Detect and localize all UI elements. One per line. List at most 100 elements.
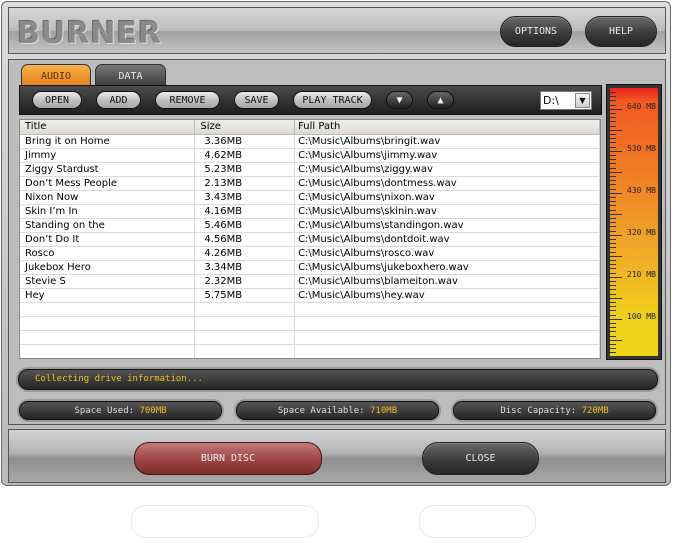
- cell-full-path: C:\Music\Albums\ziggy.wav: [295, 163, 600, 176]
- meter-tick: [610, 171, 622, 173]
- meter-tick: [610, 314, 616, 316]
- meter-label: 430 MB: [627, 186, 656, 195]
- meter-tick: [610, 352, 616, 354]
- add-button[interactable]: ADD: [96, 91, 141, 109]
- empty-cell: [195, 303, 296, 316]
- meter-tick: [610, 155, 616, 156]
- meter-tick: [610, 348, 616, 350]
- empty-table-row: [20, 331, 600, 345]
- open-button[interactable]: OPEN: [32, 91, 82, 109]
- empty-cell: [20, 303, 196, 316]
- meter-tick: [610, 125, 616, 127]
- burner-window: BURNER OPTIONS HELP AUDIO DATA OPEN ADD …: [1, 1, 671, 486]
- window-reflection: [6, 490, 664, 542]
- meter-tick: [610, 276, 622, 278]
- meter-tick: [610, 247, 616, 249]
- empty-table-row: [20, 303, 600, 317]
- meter-tick: [610, 213, 622, 215]
- column-header-size[interactable]: Size: [195, 120, 296, 134]
- cell-full-path: C:\Music\Albums\rosco.wav: [295, 247, 600, 260]
- cell-size: 4.56MB: [195, 233, 296, 246]
- play-track-button[interactable]: PLAY TRACK: [293, 91, 372, 109]
- column-header-title[interactable]: Title: [20, 120, 196, 134]
- move-down-button[interactable]: ▼: [386, 91, 413, 109]
- table-row[interactable]: Rosco 4.26MB C:\Music\Albums\rosco.wav: [20, 247, 600, 261]
- drive-select[interactable]: D:\ ▼: [540, 91, 592, 110]
- cell-size: 3.34MB: [195, 261, 296, 274]
- meter-tick: [610, 268, 616, 270]
- remove-button[interactable]: REMOVE: [155, 91, 220, 109]
- cell-title: Don’t Do It: [20, 233, 196, 246]
- meter-tick: [610, 226, 616, 228]
- table-row[interactable]: Jukebox Hero 3.34MB C:\Music\Albums\jukebo…: [20, 261, 600, 275]
- meter-tick: [610, 188, 616, 190]
- tab-data[interactable]: DATA: [95, 64, 166, 87]
- cell-title: Ziggy Stardust: [20, 163, 196, 176]
- cell-size: 4.26MB: [195, 247, 296, 260]
- table-row[interactable]: Jimmy 4.62MB C:\Music\Albums\jimmy.wav: [20, 149, 600, 163]
- options-button[interactable]: OPTIONS: [500, 16, 572, 47]
- meter-tick: [610, 306, 616, 308]
- close-reflection: [419, 505, 536, 538]
- table-row[interactable]: Ziggy Stardust 5.23MB C:\Music\Albums\zigg…: [20, 163, 600, 177]
- meter-tick: [610, 96, 616, 98]
- drive-select-value: D:\: [543, 94, 559, 107]
- meter-tick: [610, 180, 616, 182]
- meter-tick: [610, 197, 616, 198]
- meter-label: 100 MB: [627, 312, 656, 321]
- meter-tick: [610, 142, 616, 144]
- space-available-value: 710MB: [370, 405, 398, 416]
- meter-tick: [610, 150, 622, 152]
- meter-tick: [610, 117, 616, 119]
- move-up-button[interactable]: ▲: [427, 91, 454, 109]
- table-row[interactable]: Hey 5.75MB C:\Music\Albums\hey.wav: [20, 289, 600, 303]
- save-button[interactable]: SAVE: [234, 91, 279, 109]
- cell-full-path: C:\Music\Albums\jukeboxhero.wav: [295, 261, 600, 274]
- tab-audio[interactable]: AUDIO: [21, 64, 91, 87]
- toolbar: OPEN ADD REMOVE SAVE PLAY TRACK ▼ ▲ D:\ …: [19, 85, 602, 115]
- meter-tick: [610, 243, 616, 245]
- cell-size: 4.62MB: [195, 149, 296, 162]
- status-message: Collecting drive information...: [35, 374, 203, 384]
- meter-tick: [610, 272, 616, 274]
- status-bar: Collecting drive information...: [18, 369, 658, 390]
- cell-title: Nixon Now: [20, 191, 196, 204]
- table-header: Title Size Full Path: [20, 120, 600, 135]
- meter-tick: [610, 192, 622, 194]
- table-row[interactable]: Stevie S 2.32MB C:\Music\Albums\blameiton.…: [20, 275, 600, 289]
- table-row[interactable]: Don’t Mess People 2.13MB C:\Music\Albums\d…: [20, 177, 600, 191]
- table-row[interactable]: Bring it on Home 3.36MB C:\Music\Albums\br…: [20, 135, 600, 149]
- meter-tick: [610, 100, 616, 102]
- close-button[interactable]: CLOSE: [422, 442, 539, 475]
- burn-disc-reflection: [131, 505, 319, 538]
- triangle-up-icon: ▲: [437, 94, 444, 106]
- footer-bar: BURN DISC CLOSE: [8, 429, 666, 483]
- cell-full-path: C:\Music\Albums\nixon.wav: [295, 191, 600, 204]
- table-body: Bring it on Home 3.36MB C:\Music\Albums\br…: [20, 135, 600, 358]
- space-used-display: Space Used: 700MB: [19, 401, 222, 420]
- meter-tick: [610, 108, 622, 110]
- meter-tick: [610, 344, 616, 345]
- meter-tick: [610, 297, 622, 299]
- meter-tick: [610, 218, 616, 219]
- table-row[interactable]: Nixon Now 3.43MB C:\Music\Albums\nixon.wav: [20, 191, 600, 205]
- chevron-down-icon[interactable]: ▼: [575, 93, 590, 108]
- table-row[interactable]: Standing on the 5.46MB C:\Music\Albums\sta…: [20, 219, 600, 233]
- table-row[interactable]: Don’t Do It 4.56MB C:\Music\Albums\dontdoi…: [20, 233, 600, 247]
- table-row[interactable]: Skin I’m In 4.16MB C:\Music\Albums\skinin.…: [20, 205, 600, 219]
- meter-tick: [610, 264, 616, 266]
- cell-full-path: C:\Music\Albums\dontdoit.wav: [295, 233, 600, 246]
- help-button[interactable]: HELP: [585, 16, 657, 47]
- meter-tick: [610, 285, 616, 287]
- burn-disc-button[interactable]: BURN DISC: [134, 442, 322, 475]
- meter-tick: [610, 260, 616, 261]
- meter-label: 530 MB: [627, 144, 656, 153]
- space-available-display: Space Available: 710MB: [236, 401, 439, 420]
- meter-label: 640 MB: [627, 102, 656, 111]
- meter-tick: [610, 205, 616, 207]
- empty-cell: [20, 331, 196, 344]
- column-header-full-path[interactable]: Full Path: [295, 120, 600, 134]
- meter-tick: [610, 230, 616, 232]
- empty-cell: [195, 317, 296, 330]
- empty-cell: [295, 317, 600, 330]
